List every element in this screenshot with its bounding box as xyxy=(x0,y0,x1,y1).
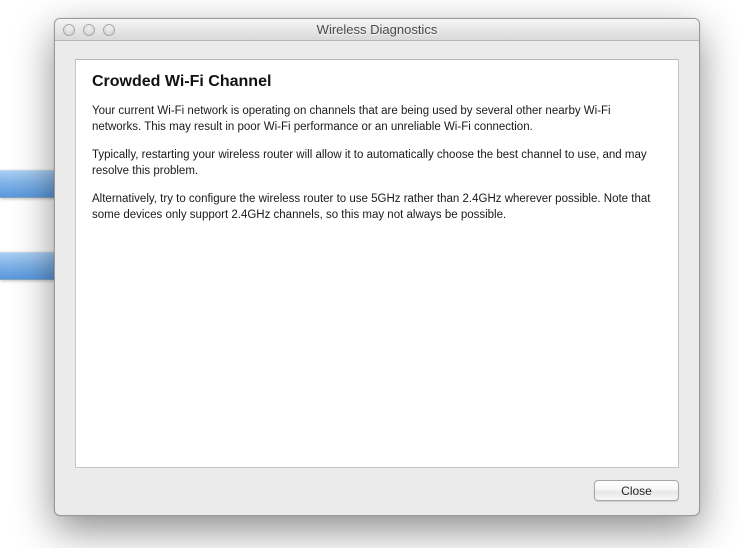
button-row: Close xyxy=(75,480,679,501)
content-box: Crowded Wi-Fi Channel Your current Wi-Fi… xyxy=(75,59,679,468)
titlebar[interactable]: Wireless Diagnostics xyxy=(55,19,699,41)
window-title: Wireless Diagnostics xyxy=(55,22,699,37)
minimize-window-icon[interactable] xyxy=(83,24,95,36)
dialog-window: Wireless Diagnostics Crowded Wi-Fi Chann… xyxy=(54,18,700,516)
dialog-paragraph: Alternatively, try to configure the wire… xyxy=(92,191,662,223)
close-button[interactable]: Close xyxy=(594,480,679,501)
close-window-icon[interactable] xyxy=(63,24,75,36)
dialog-heading: Crowded Wi-Fi Channel xyxy=(92,73,662,91)
dialog-paragraph: Typically, restarting your wireless rout… xyxy=(92,147,662,179)
content-area: Crowded Wi-Fi Channel Your current Wi-Fi… xyxy=(55,41,699,515)
zoom-window-icon[interactable] xyxy=(103,24,115,36)
traffic-lights xyxy=(63,24,115,36)
dialog-paragraph: Your current Wi-Fi network is operating … xyxy=(92,103,662,135)
dialog-body: Your current Wi-Fi network is operating … xyxy=(92,103,662,224)
